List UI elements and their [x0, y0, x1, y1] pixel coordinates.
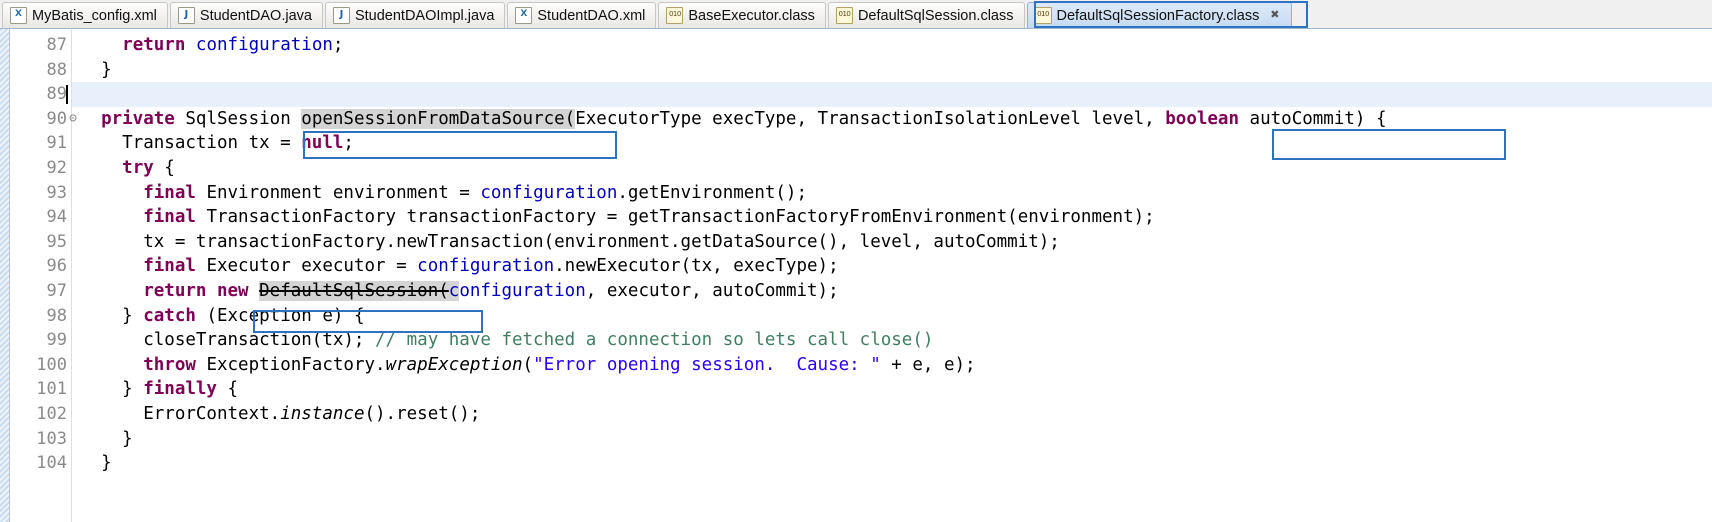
line-number: 87	[46, 35, 67, 55]
keyword-final: final	[143, 182, 196, 203]
line-number: 93	[46, 182, 67, 203]
code-line-88[interactable]: }	[80, 58, 1712, 83]
code-line-91[interactable]: Transaction tx = null;	[80, 131, 1712, 156]
java-file-icon: J	[177, 7, 195, 24]
keyword-new: new	[206, 280, 260, 301]
code-line-99[interactable]: closeTransaction(tx); // may have fetche…	[80, 328, 1712, 353]
line-number: 103	[36, 428, 67, 449]
field-configuration: configuration	[480, 182, 618, 203]
class-file-icon: 010	[666, 7, 684, 24]
field-configuration-first-char: c	[448, 280, 460, 301]
tab-studentdao-java[interactable]: J StudentDAO.java	[169, 2, 323, 28]
code-line-93[interactable]: final Environment environment = configur…	[80, 181, 1712, 206]
tab-label: MyBatis_config.xml	[32, 7, 157, 24]
code-line-101[interactable]: } finally {	[80, 377, 1712, 402]
line-number: 100	[36, 354, 67, 375]
string-literal: "Error opening session. Cause: "	[533, 354, 881, 375]
line-number-with-fold: 90 ⊝	[10, 107, 77, 132]
tab-baseexecutor-class[interactable]: 010 BaseExecutor.class	[658, 2, 826, 28]
tab-defaultsqlsession-class[interactable]: 010 DefaultSqlSession.class	[827, 2, 1025, 28]
code-line-98[interactable]: } catch (Exception e) {	[80, 304, 1712, 329]
tab-label: StudentDAOImpl.java	[354, 7, 495, 24]
keyword-null: null	[301, 133, 344, 154]
method-name-openSessionFromDataSource[interactable]: openSessionFromDataSource(	[301, 108, 576, 129]
line-number: 95	[46, 231, 67, 252]
field-configuration: onfiguration	[459, 280, 586, 301]
line-comment: // may have fetched a connection so lets…	[375, 330, 934, 351]
code-line-104[interactable]: }	[80, 451, 1712, 476]
semicolon: ;	[332, 35, 344, 55]
keyword-final: final	[143, 256, 196, 277]
keyword-throw: throw	[143, 354, 196, 375]
tab-studentdao-xml[interactable]: X StudentDAO.xml	[507, 2, 657, 28]
keyword-final: final	[143, 207, 196, 228]
keyword-catch: catch	[143, 305, 196, 326]
code-line-96[interactable]: final Executor executor = configuration.…	[80, 254, 1712, 279]
code-line-94[interactable]: final TransactionFactory transactionFact…	[80, 205, 1712, 230]
close-icon[interactable]: ✖	[1268, 9, 1281, 22]
line-number: 104	[36, 453, 67, 474]
tab-label: StudentDAO.java	[199, 7, 312, 24]
return-type: SqlSession	[174, 108, 302, 129]
method-signature-tail: ) {	[1354, 108, 1387, 129]
tab-label: BaseExecutor.class	[688, 7, 815, 24]
line-number: 97	[46, 280, 67, 301]
field-configuration: configuration	[417, 256, 555, 277]
class-file-icon: 010	[835, 7, 853, 24]
line-number: 101	[36, 379, 67, 400]
xml-file-icon: X	[515, 7, 533, 24]
code-line-89-caret[interactable]	[66, 82, 1712, 107]
tab-label: DefaultSqlSessionFactory.class	[1056, 7, 1260, 24]
line-number: 98	[46, 305, 67, 326]
param-autocommit: autoCommit	[1239, 108, 1355, 129]
keyword-boolean: boolean	[1165, 108, 1240, 129]
code-line-95[interactable]: tx = transactionFactory.newTransaction(e…	[80, 230, 1712, 255]
field-configuration: configuration	[195, 35, 333, 55]
xml-file-icon: X	[10, 7, 27, 24]
code-line-90[interactable]: private SqlSession openSessionFromDataSo…	[80, 107, 1712, 132]
line-number: 96	[46, 256, 67, 277]
keyword-private: private	[101, 108, 175, 129]
class-file-icon: 010	[1034, 7, 1052, 24]
code-line-100[interactable]: throw ExceptionFactory.wrapException("Er…	[80, 353, 1712, 378]
keyword-return: return	[143, 280, 207, 301]
keyword-return: return	[122, 35, 186, 55]
tab-label: StudentDAO.xml	[537, 7, 646, 24]
line-number: 88	[46, 59, 67, 80]
code-line-87[interactable]: return configuration;	[80, 33, 1712, 58]
code-line-103[interactable]: }	[80, 427, 1712, 452]
keyword-try: try	[122, 157, 154, 178]
tab-mybatis-config-xml[interactable]: X MyBatis_config.xml	[2, 2, 168, 28]
code-line-97[interactable]: return new DefaultSqlSession(configurati…	[80, 279, 1712, 304]
line-number: 92	[46, 157, 67, 178]
tab-defaultsqlsessionfactory-class[interactable]: 010 DefaultSqlSessionFactory.class ✖	[1026, 2, 1293, 28]
static-method-instance: instance	[280, 403, 365, 424]
line-number: 94	[46, 207, 67, 228]
java-source-editor[interactable]: 87 88 89 90 ⊝ 91 92 93 94 95 96 97 98 99 …	[0, 29, 1712, 522]
line-number: 89	[46, 84, 67, 105]
line-number: 91	[46, 133, 67, 154]
code-line-102[interactable]: ErrorContext.instance().reset();	[80, 402, 1712, 427]
text-caret	[66, 85, 68, 105]
line-number: 99	[46, 330, 67, 351]
java-file-icon: J	[332, 7, 350, 24]
keyword-finally: finally	[143, 379, 217, 400]
constructor-DefaultSqlSession[interactable]: DefaultSqlSession(	[259, 280, 449, 301]
method-params-part1: ExecutorType execType, TransactionIsolat…	[575, 108, 1155, 129]
tab-studentdaoimpl-java[interactable]: J StudentDAOImpl.java	[324, 2, 506, 28]
tab-label: DefaultSqlSession.class	[857, 7, 1014, 24]
static-method-wrapException: wrapException	[385, 354, 523, 375]
editor-marker-bar[interactable]	[0, 29, 10, 522]
editor-tab-bar: X MyBatis_config.xml J StudentDAO.java J…	[0, 0, 1712, 29]
line-number-gutter: 87 88 89 90 ⊝ 91 92 93 94 95 96 97 98 99 …	[10, 29, 77, 522]
code-line-92[interactable]: try {	[80, 156, 1712, 181]
line-number: 102	[36, 403, 67, 424]
code-area[interactable]: return configuration; } private SqlSessi…	[66, 29, 1712, 522]
line-number-text: 90	[46, 108, 67, 129]
